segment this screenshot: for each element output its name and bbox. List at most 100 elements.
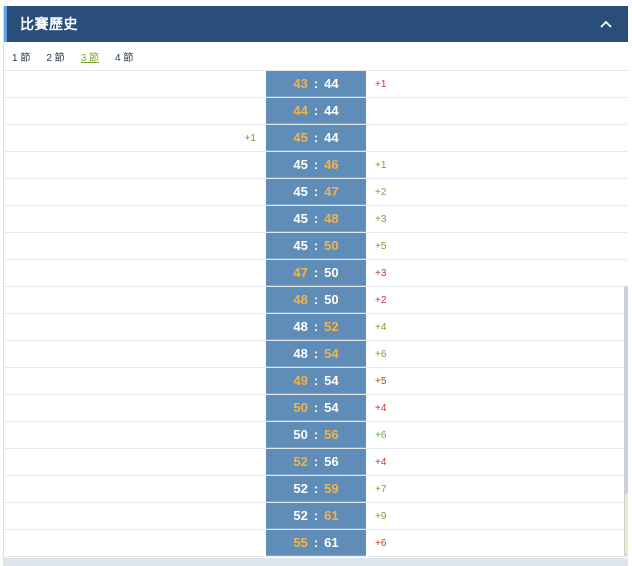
score-row: 52:61 +9 — [4, 503, 628, 530]
score-row: 47:50 +3 — [4, 260, 628, 287]
score-separator: : — [313, 238, 319, 253]
home-score: 45 — [293, 184, 308, 199]
chevron-up-icon[interactable] — [596, 14, 616, 34]
score-separator: : — [313, 184, 319, 199]
away-score: 54 — [324, 346, 339, 361]
score-row: 55:61 +6 — [4, 530, 628, 557]
home-score: 45 — [293, 157, 308, 172]
score-separator: : — [313, 103, 319, 118]
home-score: 45 — [293, 211, 308, 226]
score-separator: : — [313, 319, 319, 334]
score-row: 43:44 +1 — [4, 71, 628, 98]
score-row: 48:50 +2 — [4, 287, 628, 314]
score-separator: : — [313, 130, 319, 145]
away-diff-cell — [366, 125, 628, 151]
away-diff-cell: +3 — [366, 260, 628, 286]
score-cell: 45:44 — [266, 125, 366, 151]
away-score: 52 — [324, 319, 339, 334]
away-diff-cell: +1 — [366, 71, 628, 97]
away-score-change: +4 — [375, 457, 387, 468]
score-cell: 43:44 — [266, 71, 366, 97]
score-row: 45:48 +3 — [4, 206, 628, 233]
away-diff-cell: +4 — [366, 314, 628, 340]
score-separator: : — [313, 427, 319, 442]
home-score: 48 — [293, 292, 308, 307]
home-score: 45 — [293, 130, 308, 145]
tab-quarter-3[interactable]: 3 節 — [81, 47, 99, 66]
score-row: 52:56 +4 — [4, 449, 628, 476]
home-diff-cell — [4, 395, 266, 421]
score-separator: : — [313, 292, 319, 307]
home-diff-cell: +1 — [4, 125, 266, 151]
away-score: 50 — [324, 292, 339, 307]
home-diff-cell — [4, 530, 266, 556]
away-diff-cell: +4 — [366, 449, 628, 475]
away-score: 54 — [324, 373, 339, 388]
away-score-change: +1 — [375, 79, 387, 90]
home-diff-cell — [4, 422, 266, 448]
panel-footer — [4, 558, 628, 566]
away-diff-cell: +9 — [366, 503, 628, 529]
away-diff-cell: +7 — [366, 476, 628, 502]
score-row: 45:50 +5 — [4, 233, 628, 260]
away-score: 61 — [324, 535, 339, 550]
away-score: 50 — [324, 265, 339, 280]
score-separator: : — [313, 400, 319, 415]
score-cell: 48:52 — [266, 314, 366, 340]
home-diff-cell — [4, 179, 266, 205]
away-score-change: +6 — [375, 538, 387, 549]
away-score-change: +3 — [375, 268, 387, 279]
side-accent — [625, 494, 628, 554]
panel-title: 比賽歷史 — [20, 16, 78, 32]
home-diff-cell — [4, 260, 266, 286]
home-diff-cell — [4, 368, 266, 394]
home-score: 44 — [293, 103, 308, 118]
away-score: 47 — [324, 184, 339, 199]
score-separator: : — [313, 76, 319, 91]
score-cell: 50:56 — [266, 422, 366, 448]
away-score: 48 — [324, 211, 339, 226]
score-row: 52:59 +7 — [4, 476, 628, 503]
away-score: 54 — [324, 400, 339, 415]
away-score-change: +9 — [375, 511, 387, 522]
home-score: 43 — [293, 76, 308, 91]
score-cell: 45:48 — [266, 206, 366, 232]
score-separator: : — [313, 508, 319, 523]
tab-quarter-4[interactable]: 4 節 — [115, 47, 133, 66]
match-history-panel: 比賽歷史 1 節 2 節 3 節 4 節 43:44 +1 44:44 +1 45:44… — [3, 6, 628, 566]
score-separator: : — [313, 346, 319, 361]
away-score-change: +1 — [375, 160, 387, 171]
away-diff-cell: +6 — [366, 341, 628, 367]
score-separator: : — [313, 535, 319, 550]
score-separator: : — [313, 211, 319, 226]
home-score: 45 — [293, 238, 308, 253]
tab-quarter-1[interactable]: 1 節 — [12, 47, 30, 66]
home-score: 47 — [293, 265, 308, 280]
home-diff-cell — [4, 341, 266, 367]
tab-quarter-2[interactable]: 2 節 — [46, 47, 64, 66]
home-diff-cell — [4, 206, 266, 232]
away-diff-cell: +2 — [366, 287, 628, 313]
home-diff-cell — [4, 503, 266, 529]
home-diff-cell — [4, 476, 266, 502]
away-diff-cell: +3 — [366, 206, 628, 232]
score-cell: 44:44 — [266, 98, 366, 124]
away-diff-cell: +1 — [366, 152, 628, 178]
score-cell: 52:61 — [266, 503, 366, 529]
home-diff-cell — [4, 71, 266, 97]
away-score-change: +2 — [375, 295, 387, 306]
score-cell: 47:50 — [266, 260, 366, 286]
home-score: 48 — [293, 319, 308, 334]
quarter-tabs: 1 節 2 節 3 節 4 節 — [4, 42, 628, 71]
score-cell: 48:54 — [266, 341, 366, 367]
home-diff-cell — [4, 287, 266, 313]
score-separator: : — [313, 481, 319, 496]
score-row: 50:56 +6 — [4, 422, 628, 449]
away-score-change: +4 — [375, 322, 387, 333]
away-score-change: +7 — [375, 484, 387, 495]
home-score: 52 — [293, 508, 308, 523]
home-score: 50 — [293, 400, 308, 415]
away-score-change: +5 — [375, 376, 387, 387]
away-diff-cell: +2 — [366, 179, 628, 205]
score-cell: 45:47 — [266, 179, 366, 205]
